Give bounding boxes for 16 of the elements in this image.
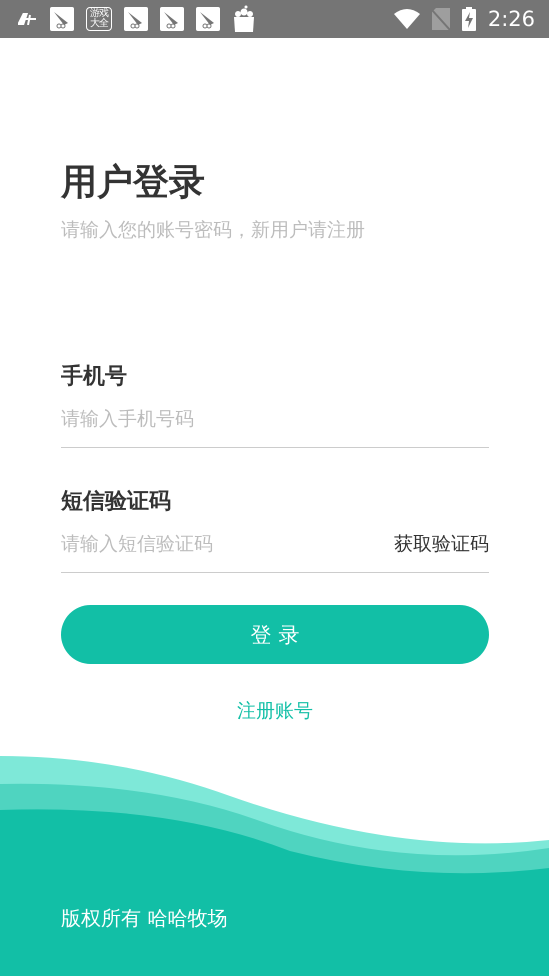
game-badge-icon: 游戏大全: [86, 7, 112, 31]
register-link[interactable]: 注册账号: [237, 698, 313, 724]
bag-icon: [232, 5, 256, 33]
no-sim-icon: [432, 8, 450, 30]
page-title: 用户登录: [61, 161, 206, 205]
input-field[interactable]: 请输入短信验证码: [61, 533, 394, 555]
login-button[interactable]: 登 录: [61, 605, 489, 664]
input-field[interactable]: 请输入手机号码: [61, 408, 489, 430]
field-label: 手机号: [61, 363, 128, 391]
copyright-text: 版权所有 哈哈牧场: [61, 905, 228, 932]
clock: 2:26: [488, 7, 535, 31]
get-code-button[interactable]: 获取验证码: [394, 531, 489, 557]
field-label: 短信验证码: [61, 488, 172, 516]
subtitle: 请输入您的账号密码，新用户请注册: [61, 218, 366, 243]
wifi-icon: [394, 9, 420, 29]
battery-charging-icon: [462, 7, 476, 31]
